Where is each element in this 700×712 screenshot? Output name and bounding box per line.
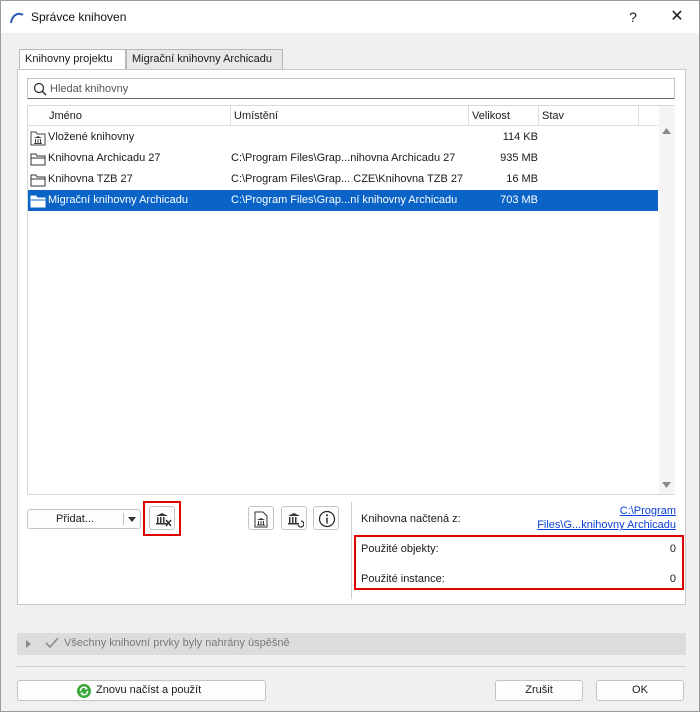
search-input[interactable] xyxy=(50,80,650,97)
cancel-button[interactable]: Zrušit xyxy=(495,680,583,701)
row-size: 16 MB xyxy=(506,173,538,185)
loaded-from-link-line1[interactable]: C:\Program xyxy=(471,504,676,518)
column-status[interactable]: Stav xyxy=(539,106,639,126)
window-title: Správce knihoven xyxy=(31,10,127,24)
library-remove-icon xyxy=(156,513,172,527)
table-header: Jméno Umístění Velikost Stav xyxy=(28,106,658,126)
table-scrollbar[interactable] xyxy=(659,106,675,494)
row-location xyxy=(231,127,469,148)
table-row[interactable]: Knihovna Archicadu 27 C:\Program Files\G… xyxy=(28,148,658,169)
row-name: Vložené knihovny xyxy=(48,131,135,143)
reload-label: Znovu načíst a použít xyxy=(96,684,202,696)
expand-triangle-icon[interactable] xyxy=(26,640,31,648)
refresh-icon xyxy=(77,684,91,698)
tab-project-libraries[interactable]: Knihovny projektu xyxy=(19,49,126,70)
used-objects-value: 0 xyxy=(669,543,676,555)
divider xyxy=(123,513,124,525)
reload-library-button[interactable] xyxy=(281,506,307,530)
embed-library-button[interactable] xyxy=(248,506,274,530)
horizontal-divider xyxy=(17,666,686,667)
scroll-down-arrow-icon[interactable] xyxy=(662,482,671,489)
library-table: Jméno Umístění Velikost Stav Vložené kni… xyxy=(27,105,675,495)
help-button[interactable]: ? xyxy=(621,7,645,27)
add-library-button[interactable]: Přidat... xyxy=(27,509,141,529)
info-icon xyxy=(318,510,336,528)
close-button[interactable]: ✕ xyxy=(663,5,691,29)
remove-library-button[interactable] xyxy=(149,506,175,530)
row-size: 935 MB xyxy=(500,152,538,164)
table-row[interactable]: Knihovna TZB 27 C:\Program Files\Grap...… xyxy=(28,169,658,190)
loaded-from-label: Knihovna načtená z: xyxy=(361,513,461,525)
vertical-divider xyxy=(351,502,352,599)
add-label: Přidat... xyxy=(56,513,94,525)
search-box[interactable] xyxy=(27,78,675,99)
library-reload-icon xyxy=(288,513,304,528)
row-name: Migrační knihovny Archicadu xyxy=(48,194,189,206)
row-name: Knihovna Archicadu 27 xyxy=(48,152,161,164)
archicad-logo-icon xyxy=(10,12,24,24)
folder-icon xyxy=(30,174,46,187)
folder-icon xyxy=(30,195,46,208)
used-objects-label: Použité objekty: xyxy=(361,543,439,555)
column-size[interactable]: Velikost xyxy=(469,106,539,126)
library-embed-icon xyxy=(254,511,268,528)
chevron-down-icon[interactable] xyxy=(128,517,136,522)
row-location: C:\Program Files\Grap... CZE\Knihovna TZ… xyxy=(231,173,464,185)
row-name: Knihovna TZB 27 xyxy=(48,173,133,185)
status-bar[interactable]: Všechny knihovní prvky byly nahrány úspě… xyxy=(17,633,686,655)
used-instances-value: 0 xyxy=(669,573,676,585)
table-row[interactable]: Vložené knihovny 114 KB xyxy=(28,127,658,148)
row-size: 703 MB xyxy=(500,194,538,206)
status-text: Všechny knihovní prvky byly nahrány úspě… xyxy=(64,637,290,649)
used-instances-label: Použité instance: xyxy=(361,573,445,585)
checkmark-icon xyxy=(45,637,59,649)
reload-and-apply-button[interactable]: Znovu načíst a použít xyxy=(17,680,266,701)
info-button[interactable] xyxy=(313,506,339,530)
column-location[interactable]: Umístění xyxy=(231,106,469,126)
loaded-from-link-line2[interactable]: Files\G...knihovny Archicadu xyxy=(471,518,676,532)
folder-icon xyxy=(30,153,46,166)
row-location: C:\Program Files\Grap...nihovna Archicad… xyxy=(231,152,456,164)
column-name[interactable]: Jméno xyxy=(46,106,231,126)
library-embedded-icon xyxy=(30,131,46,146)
row-location: C:\Program Files\Grap...ní knihovny Arch… xyxy=(231,194,458,206)
row-size: 114 KB xyxy=(502,131,538,143)
tab-migration-libraries[interactable]: Migrační knihovny Archicadu xyxy=(126,49,283,69)
library-manager-dialog: Správce knihoven ? ✕ Knihovny projektu M… xyxy=(0,0,700,712)
search-icon xyxy=(33,82,47,96)
table-row-selected[interactable]: Migrační knihovny Archicadu C:\Program F… xyxy=(28,190,658,211)
ok-button[interactable]: OK xyxy=(596,680,684,701)
scroll-up-arrow-icon[interactable] xyxy=(662,128,671,135)
title-bar: Správce knihoven ? ✕ xyxy=(1,1,699,33)
